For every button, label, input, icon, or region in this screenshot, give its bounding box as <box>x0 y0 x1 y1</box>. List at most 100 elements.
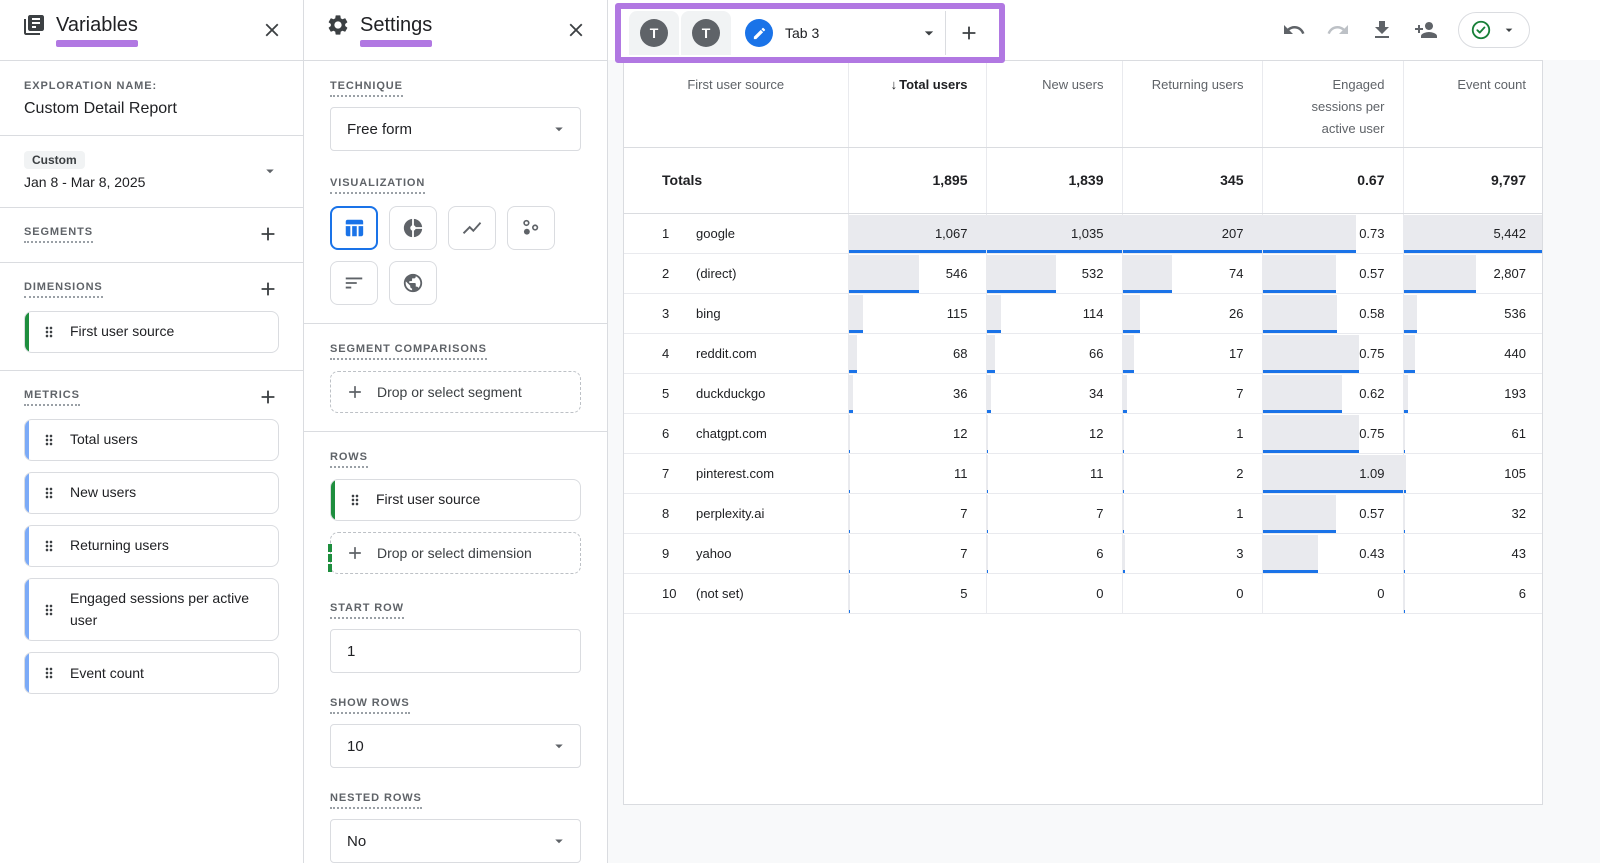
value-bar-underline <box>1404 489 1407 492</box>
download-icon[interactable] <box>1370 18 1394 42</box>
metric-cell: 1 <box>1121 413 1262 454</box>
metric-value: 61 <box>1511 425 1526 441</box>
metric-value: 532 <box>1081 265 1104 281</box>
geo-map-icon <box>402 272 424 294</box>
metrics-section: METRICS Total users New users Returning us… <box>0 371 303 711</box>
metric-value: 1 <box>1236 425 1244 441</box>
row-rank: 3 <box>662 305 670 321</box>
metric-cell: 1.09 <box>1261 453 1403 494</box>
column-header-new-users[interactable]: New users <box>985 61 1122 148</box>
totals-label-cell: Totals <box>624 147 848 214</box>
column-header-first-user-source[interactable]: First user source <box>624 61 848 148</box>
scatter-plot-icon <box>520 217 542 239</box>
table-row[interactable]: 2 (direct) 546 532 74 0.57 2,807 <box>624 253 1542 294</box>
variables-panel-title: Variables <box>56 13 138 47</box>
viz-geo-map-button[interactable] <box>389 261 437 305</box>
viz-bar-chart-button[interactable] <box>330 261 378 305</box>
tab-3-active[interactable]: Tab 3 <box>733 11 945 55</box>
value-bar-underline <box>987 569 988 572</box>
source-name: perplexity.ai <box>696 505 765 521</box>
viz-line-chart-button[interactable] <box>448 206 496 250</box>
value-bar <box>1263 414 1359 452</box>
metric-value: 5,442 <box>1493 225 1526 241</box>
metric-cell: 0.58 <box>1261 293 1403 334</box>
metric-cell: 5,442 <box>1402 213 1542 254</box>
pencil-icon <box>745 19 773 47</box>
tab-2-collapsed[interactable]: T <box>681 11 731 55</box>
show-rows-label: SHOW ROWS <box>330 697 410 714</box>
source-cell: 10 (not set) <box>624 573 848 614</box>
metric-cell: 0.73 <box>1261 213 1403 254</box>
metric-cell: 193 <box>1402 373 1542 414</box>
redo-icon[interactable] <box>1326 18 1350 42</box>
chevron-down-icon <box>550 120 568 138</box>
column-header-engaged-sessions-per-active-user[interactable]: Engaged sessions per active user <box>1261 61 1403 148</box>
tab-1-collapsed[interactable]: T <box>629 11 679 55</box>
table-row[interactable]: 10 (not set) 5 0 0 0 6 <box>624 573 1542 614</box>
metric-value: 26 <box>1229 305 1244 321</box>
dimension-chip[interactable]: First user source <box>24 311 279 353</box>
segment-comparisons-section: SEGMENT COMPARISONS Drop or select segme… <box>304 324 607 431</box>
ga4-exploration-app: Variables EXPLORATION NAME: Custom Detai… <box>0 0 1600 863</box>
variables-panel: Variables EXPLORATION NAME: Custom Detai… <box>0 0 304 863</box>
metric-cell: 546 <box>847 253 986 294</box>
metric-chip[interactable]: Event count <box>24 652 279 695</box>
metric-chip[interactable]: Returning users <box>24 525 279 567</box>
chip-label: First user source <box>70 323 175 340</box>
start-row-field[interactable]: 1 <box>330 629 581 673</box>
add-segment-icon[interactable] <box>257 223 279 245</box>
bar-chart-icon <box>343 272 365 294</box>
metric-value: 6 <box>1518 585 1526 601</box>
value-bar-underline <box>1263 449 1359 452</box>
value-bar <box>1404 414 1406 452</box>
row-dimension-chip[interactable]: First user source <box>330 479 581 521</box>
save-status-pill[interactable] <box>1458 12 1530 48</box>
chip-label: Total users <box>70 431 138 448</box>
source-name: pinterest.com <box>696 465 775 481</box>
value-bar-underline <box>1263 329 1337 332</box>
viz-donut-chart-button[interactable] <box>389 206 437 250</box>
show-rows-select[interactable]: 10 <box>330 724 581 768</box>
add-metric-icon[interactable] <box>257 386 279 408</box>
table-row[interactable]: 8 perplexity.ai 7 7 1 0.57 32 <box>624 493 1542 534</box>
metric-chip[interactable]: Total users <box>24 419 279 461</box>
segment-comparisons-label: SEGMENT COMPARISONS <box>330 343 487 360</box>
segment-dropzone[interactable]: Drop or select segment <box>330 371 581 413</box>
value-bar-underline <box>1263 489 1403 492</box>
metric-value: 66 <box>1089 345 1104 361</box>
value-bar-underline <box>1123 449 1124 452</box>
table-row[interactable]: 4 reddit.com 68 66 17 0.75 440 <box>624 333 1542 374</box>
metric-chip[interactable]: New users <box>24 472 279 514</box>
dimension-dropzone[interactable]: Drop or select dimension <box>330 532 581 574</box>
undo-icon[interactable] <box>1282 18 1306 42</box>
rows-label: ROWS <box>330 451 368 468</box>
viz-table-button[interactable] <box>330 206 378 250</box>
technique-select[interactable]: Free form <box>330 107 581 151</box>
table-row[interactable]: 7 pinterest.com 11 11 2 1.09 105 <box>624 453 1542 494</box>
column-header-event-count[interactable]: Event count <box>1402 61 1542 148</box>
column-header-total-users[interactable]: ↓ Total users <box>847 61 986 148</box>
exploration-name-value[interactable]: Custom Detail Report <box>24 100 279 118</box>
table-row[interactable]: 3 bing 115 114 26 0.58 536 <box>624 293 1542 334</box>
table-row[interactable]: 9 yahoo 7 6 3 0.43 43 <box>624 533 1542 574</box>
metric-value: 68 <box>953 345 968 361</box>
value-bar <box>1123 334 1134 372</box>
close-variables-icon[interactable] <box>261 19 283 41</box>
value-bar <box>1263 214 1357 252</box>
share-add-user-icon[interactable] <box>1414 18 1438 42</box>
nested-rows-select[interactable]: No <box>330 819 581 863</box>
close-settings-icon[interactable] <box>565 19 587 41</box>
viz-scatter-plot-button[interactable] <box>507 206 555 250</box>
metric-value: 7 <box>960 545 968 561</box>
add-tab-button[interactable] <box>946 11 992 55</box>
metric-cell: 7 <box>985 493 1122 534</box>
date-range-selector[interactable]: Custom Jan 8 - Mar 8, 2025 <box>0 136 303 207</box>
metric-chip[interactable]: Engaged sessions per active user <box>24 578 279 642</box>
value-bar-underline <box>987 249 1122 252</box>
value-bar <box>1404 454 1407 492</box>
add-dimension-icon[interactable] <box>257 278 279 300</box>
column-header-returning-users[interactable]: Returning users <box>1121 61 1262 148</box>
table-row[interactable]: 6 chatgpt.com 12 12 1 0.75 61 <box>624 413 1542 454</box>
table-row[interactable]: 5 duckduckgo 36 34 7 0.62 193 <box>624 373 1542 414</box>
table-row[interactable]: 1 google 1,067 1,035 207 0.73 5,442 <box>624 213 1542 254</box>
